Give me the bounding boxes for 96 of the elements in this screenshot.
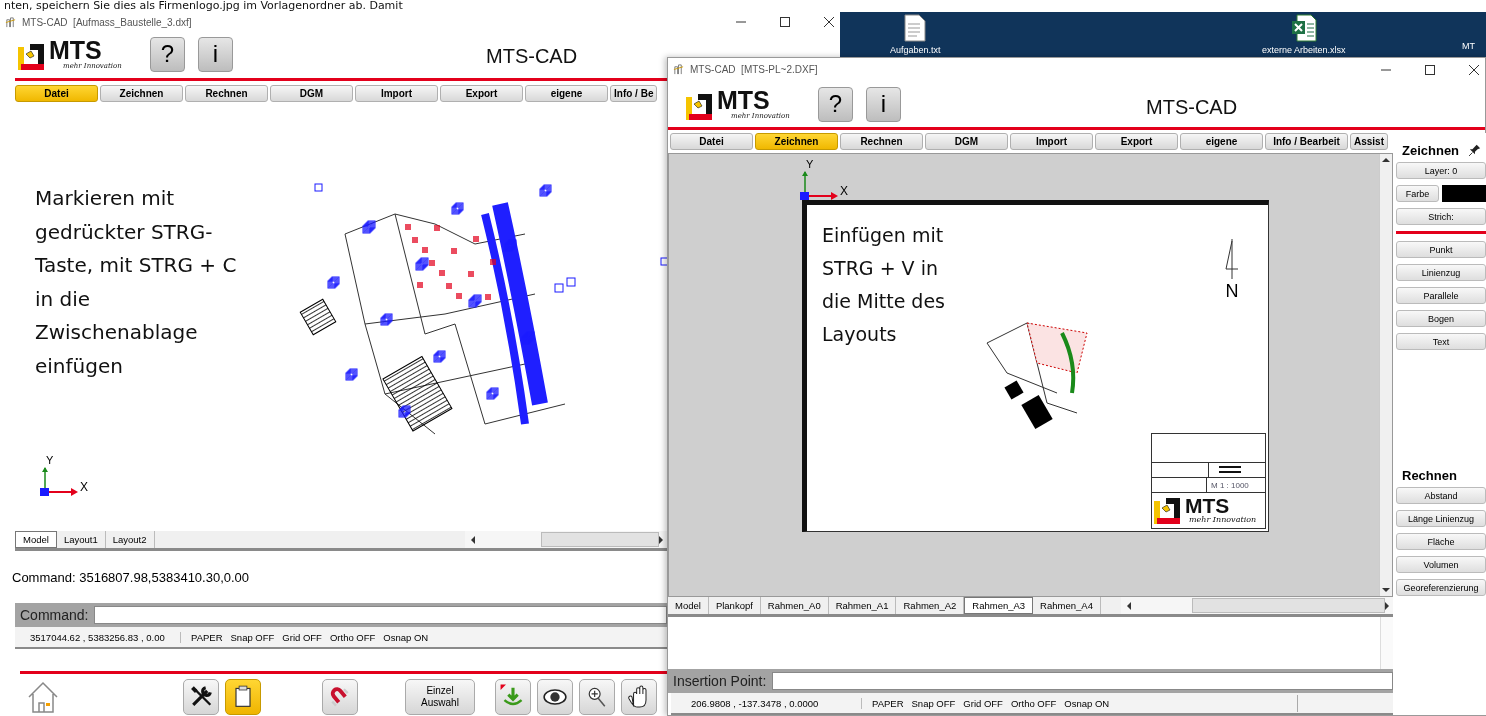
- axis-icon: [799, 170, 839, 200]
- menu-tab[interactable]: Rechnen: [840, 133, 923, 150]
- text-file-icon[interactable]: [904, 14, 927, 42]
- logo-tagline: mehr Innovation: [1188, 516, 1257, 524]
- menu-tab[interactable]: Import: [355, 85, 438, 102]
- menu-tab[interactable]: Datei: [15, 85, 98, 102]
- status-flag[interactable]: Snap OFF: [230, 631, 275, 643]
- logo-wordmark: MTS: [49, 38, 102, 63]
- desktop-icon-label[interactable]: MT: [1462, 41, 1475, 52]
- panel-button[interactable]: Georeferenzierung: [1396, 579, 1486, 596]
- panel-button[interactable]: Bogen: [1396, 310, 1486, 327]
- north-label: N: [1225, 281, 1239, 302]
- horizontal-scrollbar[interactable]: [1120, 597, 1393, 614]
- menu-tab[interactable]: DGM: [925, 133, 1008, 150]
- app-icon: [673, 64, 684, 75]
- menu-tab[interactable]: Import: [1010, 133, 1093, 150]
- panel-heading: Rechnen: [1401, 467, 1457, 483]
- prompt-label: Command:: [19, 607, 90, 623]
- north-arrow-icon: [1225, 239, 1239, 279]
- menu-tab[interactable]: DGM: [270, 85, 353, 102]
- document-text: nten, speichern Sie dies als Firmenlogo.jpg im Vorlagenordner ab. Damit: [3, 0, 404, 12]
- command-output: Command: 3516807.98,5383410.30,0.00: [11, 569, 250, 585]
- status-flag[interactable]: Osnap ON: [383, 631, 429, 643]
- axis-label: Y: [806, 158, 814, 170]
- desktop-icon-label[interactable]: externe Arbeiten.xlsx: [1262, 45, 1346, 56]
- maximize-icon[interactable]: [1425, 64, 1435, 75]
- axis-icon: [39, 466, 79, 496]
- menu-tab[interactable]: Datei: [670, 133, 753, 150]
- logo-wordmark: MTS: [1185, 495, 1231, 516]
- color-button[interactable]: Farbe: [1396, 185, 1439, 202]
- drawing-canvas[interactable]: Y X Einfügen mit STRG + V in die Mitte des Layouts N M 1 : 1000 MTS mehr Innovation: [668, 153, 1393, 597]
- close-icon[interactable]: [824, 17, 834, 27]
- selection-mode-button[interactable]: Einzel Auswahl: [405, 679, 475, 715]
- spreadsheet-icon[interactable]: [1290, 14, 1317, 42]
- maximize-icon[interactable]: [780, 17, 790, 27]
- panel-button[interactable]: Abstand: [1396, 487, 1486, 504]
- command-input[interactable]: [94, 606, 667, 624]
- help-button[interactable]: i: [198, 36, 233, 72]
- status-flag[interactable]: Grid OFF: [963, 697, 1003, 709]
- menu-tab[interactable]: Rechnen: [185, 85, 268, 102]
- horizontal-scrollbar[interactable]: [464, 531, 667, 548]
- status-flag[interactable]: Snap OFF: [911, 697, 956, 709]
- axis-label: Y: [46, 454, 54, 466]
- menu-tab[interactable]: Zeichnen: [755, 133, 838, 150]
- menu-tab[interactable]: Assist: [1350, 133, 1388, 150]
- menu-tab[interactable]: eigene: [1180, 133, 1263, 150]
- toolbar-button[interactable]: [621, 679, 657, 715]
- panel-button[interactable]: Volumen: [1396, 556, 1486, 573]
- scale-label: M 1 : 1000: [1210, 479, 1250, 492]
- status-flag[interactable]: Ortho OFF: [329, 631, 376, 643]
- color-swatch[interactable]: [1442, 185, 1486, 202]
- menu-tab[interactable]: Export: [1095, 133, 1178, 150]
- close-icon[interactable]: [1469, 64, 1479, 75]
- toolbar-button[interactable]: [537, 679, 573, 715]
- app-heading: MTS-CAD: [486, 45, 578, 68]
- status-flag[interactable]: Ortho OFF: [1010, 697, 1057, 709]
- menu-tab[interactable]: Info / Be: [610, 85, 658, 102]
- panel-button[interactable]: Strich:: [1396, 208, 1486, 225]
- app-heading: MTS-CAD: [1146, 96, 1238, 119]
- help-button[interactable]: i: [866, 86, 901, 122]
- panel-button[interactable]: Parallele: [1396, 287, 1486, 304]
- prompt-label: Insertion Point:: [672, 673, 768, 689]
- layout-tab[interactable]: Model: [15, 531, 57, 548]
- window-title: MTS-CAD [Aufmass_Baustelle_3.dxf]: [22, 16, 193, 28]
- panel-button[interactable]: Länge Linienzug: [1396, 510, 1486, 527]
- status-flag[interactable]: PAPER: [191, 631, 223, 643]
- coordinates-readout: 3517044.62 , 5383256.83 , 0.00: [15, 631, 181, 643]
- toolbar-button[interactable]: [183, 679, 219, 715]
- panel-button[interactable]: Linienzug: [1396, 264, 1486, 281]
- panel-button[interactable]: Text: [1396, 333, 1486, 350]
- help-button[interactable]: ?: [818, 86, 853, 122]
- layout-tab[interactable]: Rahmen_A3: [964, 597, 1034, 614]
- menu-tab[interactable]: Export: [440, 85, 523, 102]
- status-flag[interactable]: PAPER: [872, 697, 904, 709]
- menu-tab[interactable]: eigene: [525, 85, 608, 102]
- pin-icon[interactable]: [1469, 144, 1482, 156]
- menu-tab[interactable]: Zeichnen: [100, 85, 183, 102]
- axis-label: X: [80, 480, 88, 494]
- panel-button[interactable]: Layer: 0: [1396, 162, 1486, 179]
- app-icon: [5, 16, 16, 28]
- command-input[interactable]: [772, 672, 1393, 690]
- coordinates-readout: 206.9808 , -137.3478 , 0.0000: [671, 697, 862, 709]
- axis-label: X: [840, 184, 848, 198]
- menu-tab[interactable]: Info / Bearbeit: [1265, 133, 1348, 150]
- desktop-icon-label[interactable]: Aufgaben.txt: [890, 45, 941, 56]
- vertical-scrollbar[interactable]: [1379, 154, 1392, 596]
- panel-button[interactable]: Fläche: [1396, 533, 1486, 550]
- panel-button[interactable]: Punkt: [1396, 241, 1486, 258]
- status-flag[interactable]: Grid OFF: [282, 631, 322, 643]
- vertical-scrollbar[interactable]: [1380, 617, 1393, 669]
- toolbar-button[interactable]: [579, 679, 615, 715]
- annotation-text: Markieren mit gedrückter STRG- Taste, mit STRG + C in die Zwischenablage einfügen: [35, 185, 237, 380]
- status-flag[interactable]: Osnap ON: [1064, 697, 1110, 709]
- window-title: MTS-CAD [MTS-PL~2.DXF]: [690, 64, 819, 75]
- help-button[interactable]: ?: [150, 36, 185, 72]
- panel-heading: Zeichnen: [1401, 142, 1460, 158]
